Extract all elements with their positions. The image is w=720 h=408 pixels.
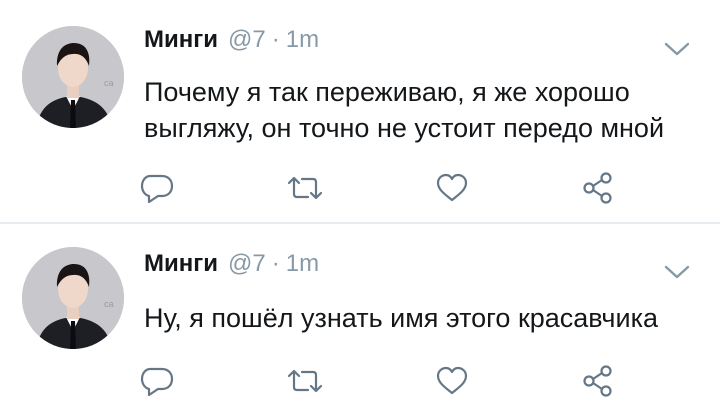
reply-icon [140, 174, 174, 204]
like-icon [436, 173, 468, 202]
author-handle[interactable]: @7 [228, 26, 266, 54]
avatar[interactable]: ca [22, 26, 124, 128]
retweet-icon [287, 369, 323, 393]
timestamp[interactable]: 1m [286, 26, 319, 54]
tweet[interactable]: ca Минги @7 · 1m Ну, я пошёл узнать имя … [0, 224, 720, 408]
retweet-icon [287, 176, 323, 200]
author-name[interactable]: Минги [144, 26, 218, 54]
author-handle[interactable]: @7 [228, 250, 266, 278]
avatar-image: ca [22, 247, 124, 349]
tweet-header: Минги @7 · 1m [144, 250, 319, 284]
reply-icon [140, 367, 174, 397]
like-button[interactable] [432, 168, 472, 208]
reply-button[interactable] [137, 168, 177, 208]
tweet-header: Минги @7 · 1m [144, 26, 319, 60]
chevron-down-icon[interactable] [664, 264, 690, 280]
reply-button[interactable] [137, 361, 177, 401]
like-button[interactable] [432, 361, 472, 401]
share-button[interactable] [578, 168, 618, 208]
timeline: ca Минги @7 · 1m Почему я так переживаю,… [0, 0, 720, 408]
timestamp[interactable]: 1m [286, 250, 319, 278]
tweet-text: Ну, я пошёл узнать имя этого красавчика [144, 303, 659, 333]
share-icon [583, 172, 612, 204]
retweet-button[interactable] [285, 361, 325, 401]
tweet[interactable]: ca Минги @7 · 1m Почему я так переживаю,… [0, 0, 720, 222]
separator-dot: · [271, 26, 280, 53]
tweet-actions [0, 361, 720, 401]
svg-text:ca: ca [104, 299, 114, 309]
avatar-image: ca [22, 26, 124, 128]
retweet-button[interactable] [285, 168, 325, 208]
share-icon [583, 365, 612, 397]
like-icon [436, 366, 468, 395]
author-name[interactable]: Минги [144, 250, 218, 278]
svg-text:ca: ca [104, 78, 114, 88]
chevron-down-icon[interactable] [664, 41, 690, 57]
tweet-text: Почему я так переживаю, я же хорошо выгл… [144, 77, 665, 143]
avatar[interactable]: ca [22, 247, 124, 349]
share-button[interactable] [578, 361, 618, 401]
tweet-actions [0, 168, 720, 208]
separator-dot: · [271, 250, 280, 277]
